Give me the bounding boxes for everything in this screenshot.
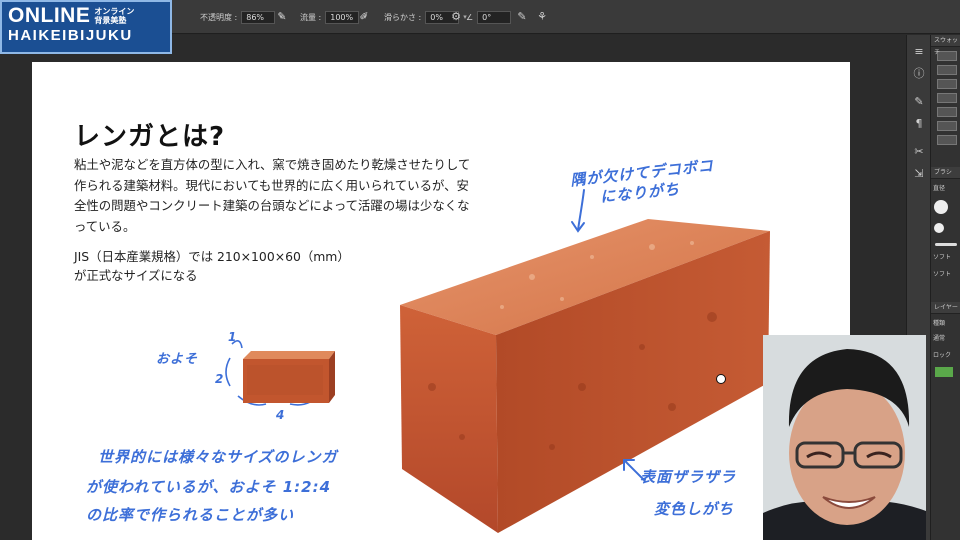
webcam-presenter (763, 335, 926, 540)
character-icon[interactable]: ¶ (907, 113, 931, 135)
adjust-icon[interactable]: ≡ (907, 41, 931, 63)
smoothing-label: 滑らかさ : (384, 12, 422, 22)
tab-layers[interactable]: レイヤー (931, 302, 960, 314)
annotation-sizes-1: 世界的には様々なサイズのレンガ (98, 448, 338, 466)
large-brick-illustration (392, 207, 772, 537)
flow-label: 流量 : (300, 12, 322, 22)
opacity-control[interactable]: 不透明度 : 86% ▾ (200, 10, 283, 24)
pressure-size-icon[interactable]: ✎ (514, 9, 530, 25)
logo-sub: HAIKEIBIJUKU (8, 27, 133, 44)
logo-jp-line2: 背景美塾 (94, 16, 127, 25)
symmetry-icon[interactable]: ⚘ (534, 9, 550, 25)
layer-row-active[interactable] (935, 367, 953, 377)
brush-preset[interactable] (934, 223, 944, 233)
angle-control[interactable]: ∠ 0° (466, 10, 512, 24)
opacity-label: 不透明度 : (200, 12, 238, 22)
swatch-row[interactable] (937, 135, 957, 145)
swatch-row[interactable] (937, 121, 957, 131)
spec-line-1: JIS（日本産業規格）では 210×100×60（mm） (74, 249, 350, 264)
airbrush-icon[interactable]: ✐ (356, 9, 372, 25)
brush-soft-2[interactable]: ソフト (931, 261, 960, 278)
logo-jp-line1: オンライン (94, 7, 135, 16)
brush-soft-1[interactable]: ソフト (931, 246, 960, 261)
logo-jp: オンライン 背景美塾 (94, 7, 134, 25)
pressure-opacity-icon[interactable]: ✎ (274, 9, 290, 25)
annotation-sizes-2: が使われているが、およそ 1:2:4 (86, 478, 332, 496)
opacity-input[interactable]: 86% (241, 10, 276, 24)
brush-preset[interactable] (934, 200, 948, 214)
tab-brushes[interactable]: ブラシ (931, 167, 960, 179)
swatch-row[interactable] (937, 107, 957, 117)
export-icon[interactable]: ⇲ (907, 163, 931, 185)
brush-settings-icon[interactable]: ✎ (907, 91, 931, 113)
flow-input[interactable]: 100% (325, 10, 360, 24)
annotation-surface-2: 変色しがち (654, 500, 735, 518)
angle-input[interactable]: 0° (477, 10, 512, 24)
logo-main: ONLINE (8, 4, 91, 27)
tools-icon[interactable]: ✂ (907, 141, 931, 163)
gear-icon[interactable]: ⚙ (448, 9, 464, 25)
annotation-approx: およそ (156, 352, 199, 367)
page-title: レンガとは? (74, 122, 226, 152)
swatch-row[interactable] (937, 79, 957, 89)
brush-size-label: 直径 (933, 185, 946, 192)
channel-logo: ONLINE オンライン 背景美塾 HAIKEIBIJUKU (0, 0, 172, 54)
spec-line-2: が正式なサイズになる (74, 267, 198, 283)
spec-text: JIS（日本産業規格）では 210×100×60（mm） が正式なサイズになる (74, 248, 394, 285)
info-icon[interactable]: ⓘ (907, 63, 931, 85)
brush-cursor-icon (716, 374, 726, 384)
angle-icon: ∠ (466, 12, 474, 22)
document-canvas[interactable]: レンガとは? 粘土や泥などを直方体の型に入れ、窯で焼き固めたり乾燥させたりして作… (32, 62, 850, 540)
annotation-sizes-3: の比率で作られることが多い (86, 506, 295, 524)
layer-lock[interactable]: ロック (931, 344, 960, 365)
layer-kind-filter[interactable]: 種類 (931, 314, 960, 331)
annotation-surface-1: 表面ザラザラ (640, 468, 737, 486)
tab-swatches[interactable]: スウォッチ (931, 35, 960, 56)
arrow-surface (623, 459, 645, 481)
right-panels: スウォッチ ブラシ 直径 ソフト ソフト レイヤー 種類 通常 ロック (930, 35, 960, 540)
small-brick-illustration (237, 349, 335, 405)
layer-blend-mode[interactable]: 通常 (931, 331, 960, 344)
swatch-row[interactable] (937, 65, 957, 75)
swatch-row[interactable] (937, 93, 957, 103)
